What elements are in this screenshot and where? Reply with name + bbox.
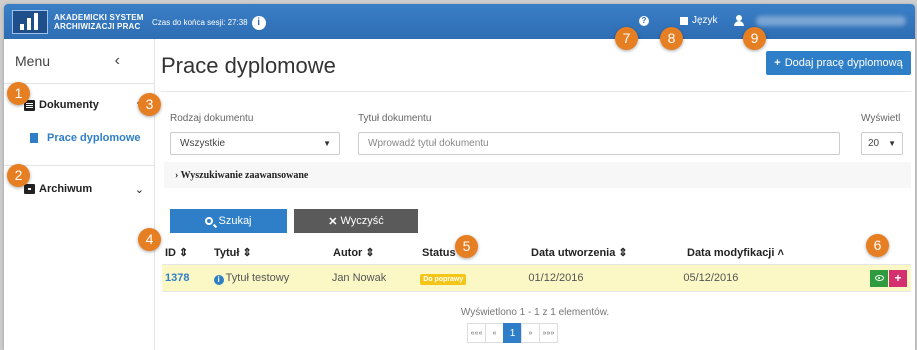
view-button[interactable] (870, 269, 888, 287)
results-summary: Wyświetlono 1 - 1 z 1 elementów. (460, 307, 610, 318)
caret-down-icon: ▼ (888, 139, 896, 148)
logo-line-1: AKADEMICKI SYSTEM (54, 12, 144, 22)
close-icon: ✕ (328, 215, 338, 228)
row-id-link[interactable]: 1378 (165, 272, 189, 284)
page-next-button[interactable]: » (521, 323, 540, 343)
document-title-input[interactable]: Wprowadź tytuł dokumentu (358, 132, 840, 155)
logo-mark-icon (12, 9, 48, 34)
plus-icon: + (894, 271, 902, 285)
plus-icon: + (774, 57, 781, 69)
header-created[interactable]: Data utworzenia ⇕ (531, 246, 687, 259)
file-icon (30, 133, 38, 143)
add-version-button[interactable]: + (889, 269, 907, 287)
language-menu[interactable]: Język (680, 15, 718, 26)
page-size-value: 20 (868, 138, 880, 149)
eye-icon (874, 275, 884, 281)
advanced-search-toggle[interactable]: › Wyszukiwanie zaawansowane (164, 162, 911, 188)
sidebar-item-prace-dyplomowe[interactable]: Prace dyplomowe (4, 126, 154, 150)
sidebar-item-label: Archiwum (39, 183, 93, 195)
callout-marker: 1 (7, 82, 30, 105)
clear-button-label: Wyczyść (340, 215, 384, 227)
document-type-select[interactable]: Wszystkie ▼ (170, 132, 340, 155)
document-title-label: Tytuł dokumentu (358, 113, 432, 124)
page-first-button[interactable]: ««« (467, 323, 486, 343)
header-author[interactable]: Autor ⇕ (333, 246, 422, 259)
header-id[interactable]: ID ⇕ (162, 246, 214, 259)
page-size-select[interactable]: 20 ▼ (861, 132, 903, 155)
page-last-button[interactable]: »»» (539, 323, 558, 343)
add-thesis-label: Dodaj pracę dyplomową (784, 57, 903, 69)
page-title: Prace dyplomowe (161, 53, 336, 78)
logo-text: AKADEMICKI SYSTEM ARCHIWIZACJI PRAC (54, 13, 144, 31)
table-header-row: ID ⇕ Tytuł ⇕ Autor ⇕ Status Data utworze… (162, 241, 911, 265)
app-window: AKADEMICKI SYSTEM ARCHIWIZACJI PRAC Czas… (4, 4, 915, 350)
info-icon[interactable]: i (213, 274, 224, 285)
search-button-label: Szukaj (218, 215, 252, 227)
row-title: Tytuł testowy (225, 271, 290, 284)
logo-line-2: ARCHIWIZACJI PRAC (54, 21, 141, 31)
table-row: 1378 i Tytuł testowy Jan Nowak Do poprawy… (162, 265, 911, 292)
session-label: Czas do końca sesji: 27:38 (152, 18, 248, 28)
row-created: 01/12/2016 (528, 272, 584, 284)
header-title[interactable]: Tytuł ⇕ (214, 246, 333, 259)
callout-marker: 3 (138, 93, 161, 116)
callout-marker: 7 (615, 27, 638, 50)
sidebar-subitem-label: Prace dyplomowe (47, 132, 141, 144)
session-timer: Czas do końca sesji: 27:38 i (152, 16, 266, 30)
document-type-label: Rodzaj dokumentu (170, 113, 254, 124)
row-author: Jan Nowak (331, 272, 387, 284)
thesis-table: ID ⇕ Tytuł ⇕ Autor ⇕ Status Data utworze… (162, 241, 911, 292)
help-icon[interactable]: ? (639, 16, 649, 26)
callout-marker: 6 (866, 234, 889, 257)
status-badge: Do poprawy (420, 273, 467, 285)
document-title-placeholder: Wprowadź tytuł dokumentu (368, 138, 489, 149)
sidebar-header: Menu ‹ (4, 39, 154, 84)
callout-marker: 9 (743, 27, 766, 50)
divider (161, 91, 911, 92)
language-label: Język (692, 15, 718, 26)
clear-button[interactable]: ✕ Wyczyść (294, 209, 418, 233)
page-size-label: Wyświetl (861, 113, 901, 124)
info-icon[interactable]: i (251, 16, 266, 30)
add-thesis-button[interactable]: + Dodaj pracę dyplomową (766, 51, 911, 75)
flag-icon (680, 16, 688, 25)
sidebar-collapse-icon[interactable]: ‹ (115, 52, 120, 70)
archive-icon (24, 184, 35, 194)
user-icon[interactable] (734, 15, 744, 26)
sidebar-item-label: Dokumenty (39, 99, 99, 111)
row-modified: 05/12/2016 (683, 272, 739, 284)
callout-marker: 4 (138, 228, 161, 251)
pagination: ««« « 1 » »»» (467, 323, 558, 343)
logo[interactable]: AKADEMICKI SYSTEM ARCHIWIZACJI PRAC (12, 9, 162, 34)
callout-marker: 5 (455, 235, 478, 258)
search-button[interactable]: Szukaj (170, 209, 287, 233)
page-current-button[interactable]: 1 (503, 323, 522, 343)
chevron-down-icon[interactable]: ⌄ (135, 183, 144, 196)
callout-marker: 2 (7, 164, 30, 187)
menu-title: Menu (15, 53, 51, 69)
search-icon (205, 217, 214, 225)
callout-marker: 8 (660, 27, 683, 50)
top-bar: AKADEMICKI SYSTEM ARCHIWIZACJI PRAC Czas… (4, 4, 915, 39)
caret-down-icon: ▼ (323, 139, 331, 148)
user-name-redacted[interactable] (756, 16, 906, 26)
page-prev-button[interactable]: « (485, 323, 504, 343)
document-type-value: Wszystkie (180, 138, 225, 149)
main-content: Prace dyplomowe + Dodaj pracę dyplomową … (155, 39, 915, 350)
header-modified[interactable]: Data modyfikacji ˄ (687, 247, 875, 259)
